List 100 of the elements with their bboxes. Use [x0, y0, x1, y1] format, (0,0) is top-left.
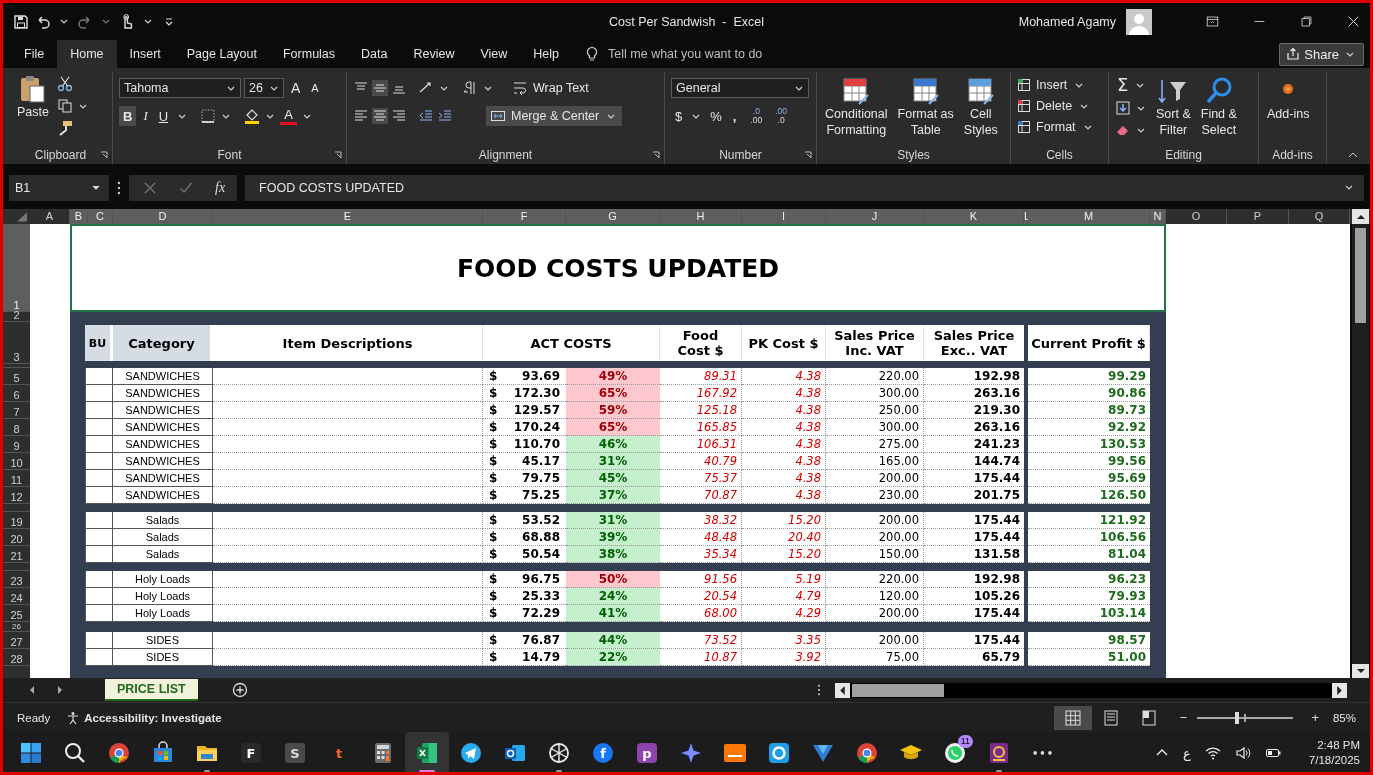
undo-icon[interactable] [35, 13, 51, 30]
share-button[interactable]: Share [1279, 42, 1364, 66]
cells-button[interactable]: Insert [1017, 76, 1087, 94]
more-button[interactable]: ••• [1021, 732, 1065, 772]
caret-icon[interactable] [78, 103, 87, 109]
column-header[interactable]: E [213, 209, 483, 224]
font-size-select[interactable]: 26 [244, 78, 284, 98]
column-header[interactable]: D [113, 209, 213, 224]
paste-button[interactable]: Paste [15, 72, 51, 120]
underline-button[interactable]: U [154, 106, 173, 126]
caret-icon[interactable] [484, 85, 492, 91]
caret-icon[interactable] [440, 85, 448, 91]
column-header[interactable]: M [1028, 209, 1150, 224]
ribbon-tab[interactable]: View [467, 40, 521, 68]
cells-button[interactable]: Format [1017, 118, 1095, 136]
styles-button[interactable]: Cell Styles [961, 72, 1000, 138]
row-header[interactable]: 2 [3, 312, 30, 322]
copy-icon[interactable] [56, 98, 73, 114]
caret-icon[interactable] [266, 113, 275, 119]
font-color-button[interactable]: A [280, 107, 297, 125]
align-right-icon[interactable] [391, 108, 407, 124]
scroll-right-icon[interactable] [1332, 682, 1347, 698]
zoom-in-button[interactable]: + [1307, 710, 1323, 725]
borders-icon[interactable] [200, 108, 217, 124]
number-format-select[interactable]: General [671, 78, 809, 98]
clock-date[interactable]: 7/18/2025 [1308, 753, 1360, 768]
close-icon[interactable] [1347, 15, 1360, 28]
caret-icon[interactable] [1137, 105, 1145, 111]
name-box[interactable]: B1 [9, 174, 109, 201]
increase-decimal-button[interactable]: .0 .00 [747, 107, 766, 125]
row-header[interactable]: 26 [12, 622, 21, 631]
fill-bucket-icon[interactable] [244, 108, 261, 124]
decrease-indent-icon[interactable] [418, 108, 434, 124]
clock-time[interactable]: 2:48 PM [1317, 738, 1360, 753]
column-header[interactable]: C [88, 209, 113, 224]
font-family-select[interactable]: Tahoma [119, 78, 241, 98]
scrollbar-thumb[interactable] [1355, 228, 1366, 323]
ribbon-tab[interactable]: Data [348, 40, 401, 68]
more-icon[interactable] [817, 684, 821, 696]
column-header[interactable]: J [826, 209, 924, 224]
column-header[interactable]: G [566, 209, 660, 224]
caret-icon[interactable] [60, 19, 68, 24]
scroll-down-button[interactable] [1352, 664, 1369, 678]
insert-function-button[interactable]: fx [215, 179, 226, 196]
column-header[interactable]: B [70, 209, 88, 224]
italic-button[interactable]: I [139, 106, 152, 126]
column-header[interactable]: I [742, 209, 826, 224]
percent-button[interactable]: % [706, 106, 726, 126]
avatar-icon[interactable] [1126, 8, 1152, 35]
accessibility-button[interactable]: Accessibility: Investigate [66, 710, 222, 725]
spreadsheet-app-icon[interactable] [405, 732, 449, 772]
align-center-icon[interactable] [372, 108, 388, 124]
add-ins-button[interactable]: Add-ins [1265, 72, 1312, 122]
scissors-icon[interactable] [56, 76, 73, 92]
caret-icon[interactable] [692, 113, 701, 119]
ribbon-tab[interactable]: Page Layout [173, 40, 270, 68]
wifi-icon[interactable] [1204, 745, 1221, 761]
dialog-launcher-icon[interactable] [334, 151, 342, 159]
input-language[interactable]: ع [1183, 745, 1191, 761]
scroll-up-button[interactable] [1352, 209, 1369, 224]
editing-button[interactable]: Find & Select [1198, 72, 1239, 138]
ribbon-display-icon[interactable] [1206, 15, 1219, 28]
caret-icon[interactable] [144, 19, 152, 24]
previous-sheet-icon[interactable] [29, 686, 35, 694]
cancel-icon[interactable] [143, 180, 157, 195]
ribbon-tab[interactable]: Home [57, 40, 117, 68]
scroll-left-icon[interactable] [835, 682, 850, 698]
column-header[interactable]: N [1150, 209, 1166, 224]
speaker-icon[interactable] [1234, 745, 1251, 761]
title-cell[interactable]: FOOD COSTS UPDATED [70, 224, 1166, 312]
editing-button[interactable]: Sort & Filter [1154, 72, 1193, 138]
ribbon-tab[interactable]: File [11, 40, 58, 68]
zoom-out-button[interactable]: − [1175, 710, 1192, 725]
zoom-level[interactable]: 85% [1332, 711, 1356, 724]
decrease-font-button[interactable]: A [307, 78, 323, 98]
checkmark-icon[interactable] [179, 180, 193, 195]
more-icon[interactable] [117, 180, 121, 195]
increase-indent-icon[interactable] [437, 108, 453, 124]
dialog-launcher-icon[interactable] [652, 151, 660, 159]
column-header[interactable]: K [924, 209, 1024, 224]
next-sheet-icon[interactable] [57, 686, 63, 694]
fill-down-icon[interactable] [1115, 100, 1131, 116]
ribbon-tab[interactable]: Help [520, 40, 573, 68]
caret-icon[interactable] [178, 113, 187, 119]
tell-me-field[interactable]: Tell me what you want to do [606, 46, 801, 62]
increase-font-button[interactable]: A [287, 78, 305, 98]
restore-icon[interactable] [1300, 15, 1313, 28]
caret-icon[interactable] [1137, 127, 1145, 133]
ribbon-tab[interactable]: Insert [116, 40, 174, 68]
caret-icon[interactable] [302, 113, 311, 119]
column-header[interactable]: F [483, 209, 566, 224]
align-left-icon[interactable] [353, 108, 369, 124]
merge-center-button[interactable]: Merge & Center [486, 106, 623, 126]
horizontal-scrollbar[interactable] [835, 682, 1347, 698]
wrap-text-button[interactable]: Wrap Text [508, 78, 593, 98]
ribbon-tab[interactable]: Formulas [269, 40, 349, 68]
decrease-decimal-button[interactable]: .00 .0 [772, 107, 791, 125]
caret-icon[interactable] [222, 113, 231, 119]
dialog-launcher-icon[interactable] [100, 151, 108, 159]
styles-button[interactable]: Conditional Formatting [823, 72, 890, 138]
